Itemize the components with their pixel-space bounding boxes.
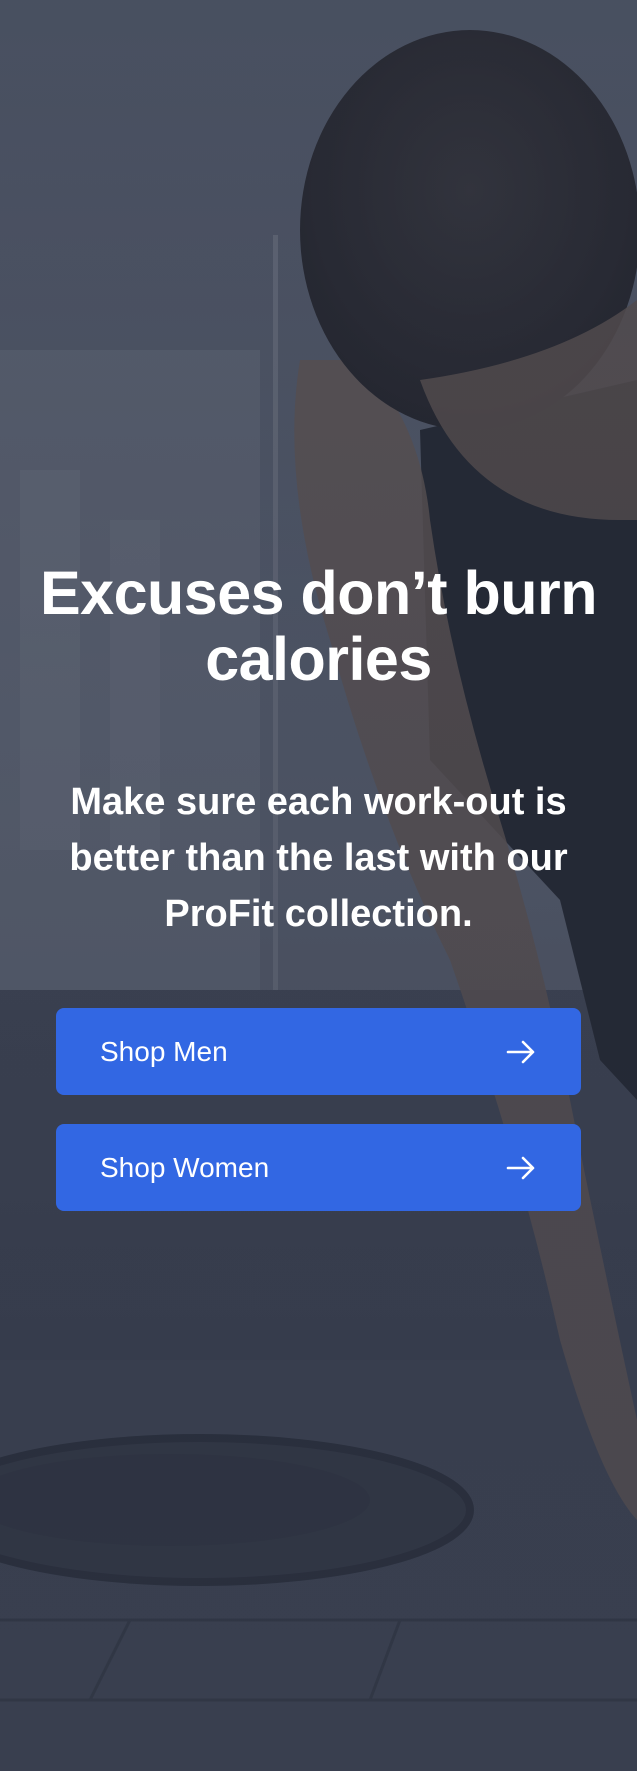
hero-section: Excuses don’t burn calories Make sure ea…: [0, 0, 637, 1771]
hero-subtext: Make sure each work-out is better than t…: [69, 781, 568, 935]
hero-headline: Excuses don’t burn calories: [39, 559, 598, 693]
shop-men-label: Shop Men: [100, 1035, 228, 1067]
hero-content: Excuses don’t burn calories Make sure ea…: [0, 0, 637, 1771]
shop-women-label: Shop Women: [100, 1151, 270, 1183]
shop-women-button[interactable]: Shop Women: [56, 1124, 581, 1211]
arrow-right-icon: [506, 1040, 535, 1063]
arrow-right-icon: [506, 1156, 535, 1179]
shop-men-button[interactable]: Shop Men: [56, 1008, 581, 1095]
